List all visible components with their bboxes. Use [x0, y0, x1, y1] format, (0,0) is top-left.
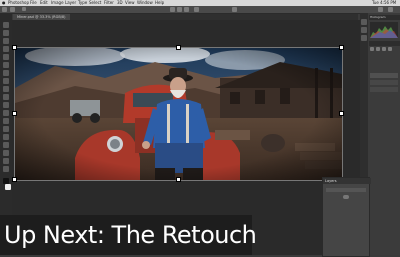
history-panel-icon[interactable]: [361, 19, 367, 25]
lasso-tool-icon[interactable]: [3, 38, 9, 44]
workspace-icon[interactable]: [388, 7, 393, 12]
adjustment-icons-row: [370, 47, 398, 52]
eye-icon[interactable]: [343, 195, 349, 199]
align-center-icon[interactable]: [177, 7, 182, 12]
eraser-tool-icon[interactable]: [3, 102, 9, 108]
miner-photo: [15, 48, 342, 180]
eyedropper-tool-icon[interactable]: [3, 62, 9, 68]
transform-handle-middle-left[interactable]: [12, 111, 17, 116]
transform-handle-middle-right[interactable]: [339, 111, 344, 116]
brightness-icon[interactable]: [370, 47, 374, 51]
move-tool-icon[interactable]: [10, 7, 15, 12]
options-bar: [0, 6, 400, 14]
crop-tool-icon[interactable]: [3, 54, 9, 60]
right-panel-dock: Histogram: [368, 13, 400, 255]
layer-row[interactable]: [370, 80, 398, 85]
align-right-icon[interactable]: [184, 7, 189, 12]
levels-icon[interactable]: [376, 47, 380, 51]
layers-panel-header[interactable]: Layers: [323, 178, 371, 184]
search-icon[interactable]: [378, 7, 383, 12]
hand-tool-icon[interactable]: [3, 158, 9, 164]
type-tool-icon[interactable]: [3, 134, 9, 140]
move-tool-icon[interactable]: [3, 22, 9, 28]
brush-tool-icon[interactable]: [3, 78, 9, 84]
exposure-icon[interactable]: [388, 47, 392, 51]
clone-stamp-tool-icon[interactable]: [3, 86, 9, 92]
background-color-swatch[interactable]: [5, 184, 11, 190]
shape-tool-icon[interactable]: [3, 150, 9, 156]
dodge-tool-icon[interactable]: [3, 118, 9, 124]
caption-overlay: Up Next: The Retouch: [0, 215, 257, 255]
transform-handle-top-left[interactable]: [12, 45, 17, 50]
curves-icon[interactable]: [382, 47, 386, 51]
align-left-icon[interactable]: [170, 7, 175, 12]
layer-row[interactable]: [326, 188, 366, 192]
marquee-tool-icon[interactable]: [3, 30, 9, 36]
transform-handle-bottom-left[interactable]: [12, 177, 17, 182]
adjustments-panel-header[interactable]: [369, 41, 400, 46]
quick-select-tool-icon[interactable]: [3, 46, 9, 52]
path-select-tool-icon[interactable]: [3, 142, 9, 148]
transform-handle-top-right[interactable]: [339, 45, 344, 50]
gradient-tool-icon[interactable]: [3, 110, 9, 116]
distribute-icon[interactable]: [194, 7, 199, 12]
properties-panel-icon[interactable]: [361, 27, 367, 33]
histogram-panel-header[interactable]: Histogram: [369, 15, 400, 20]
zoom-tool-icon[interactable]: [3, 166, 9, 172]
auto-select-checkbox[interactable]: [22, 7, 26, 11]
healing-brush-tool-icon[interactable]: [3, 70, 9, 76]
actions-panel-icon[interactable]: [361, 35, 367, 41]
document-image[interactable]: [14, 47, 343, 181]
layers-panel: Layers: [322, 177, 371, 257]
caption-text: Up Next: The Retouch: [4, 221, 257, 249]
histogram-graph: [370, 22, 398, 38]
history-brush-tool-icon[interactable]: [3, 94, 9, 100]
layer-row[interactable]: [370, 87, 398, 92]
home-icon[interactable]: [2, 7, 7, 12]
transform-handle-top-middle[interactable]: [176, 45, 181, 50]
layer-row[interactable]: [370, 73, 398, 78]
3d-mode-icon[interactable]: [232, 7, 237, 12]
pen-tool-icon[interactable]: [3, 126, 9, 132]
transform-handle-bottom-middle[interactable]: [176, 177, 181, 182]
